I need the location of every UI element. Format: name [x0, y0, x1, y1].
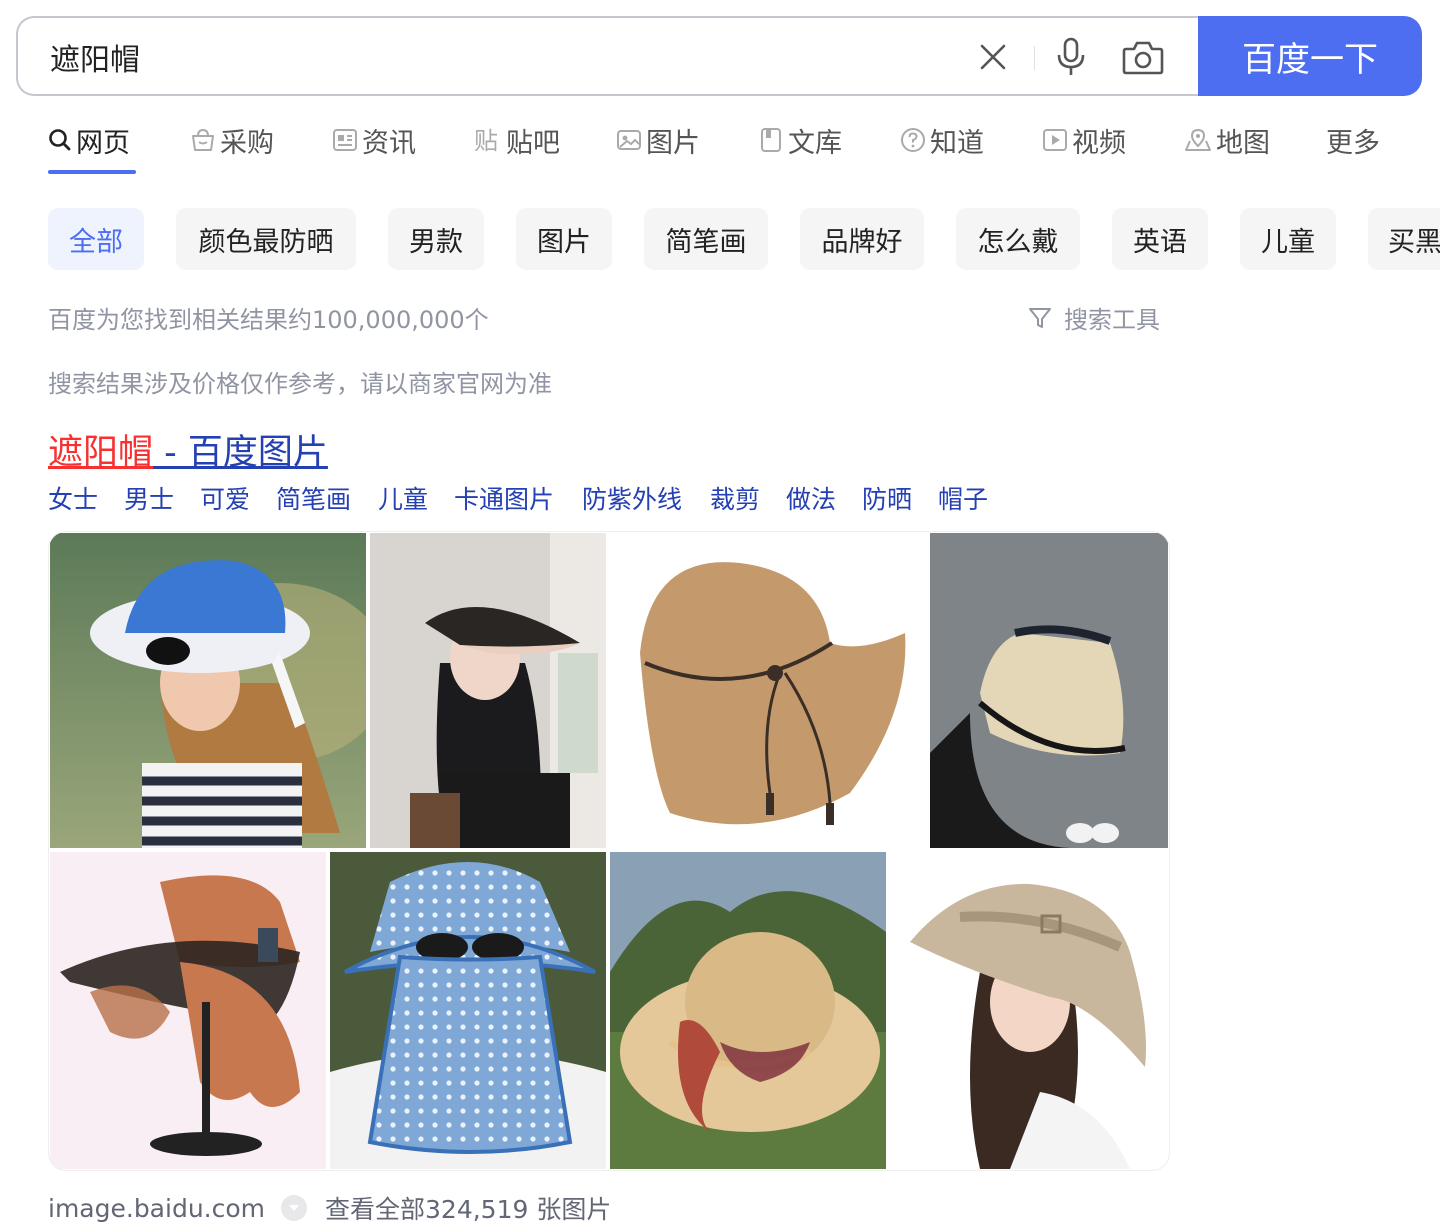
camera-icon[interactable] — [1122, 36, 1164, 78]
query-suggestion-chips: 全部 颜色最防晒 男款 图片 简笔画 品牌好 怎么戴 英语 儿童 买黑 — [48, 208, 1440, 272]
tab-images[interactable]: 图片 — [616, 118, 700, 162]
chip-suggestion[interactable]: 怎么戴 — [956, 208, 1080, 270]
chevron-down-icon[interactable] — [281, 1195, 308, 1221]
chip-suggestion[interactable]: 买黑 — [1368, 208, 1440, 270]
tab-label: 贴吧 — [506, 127, 560, 159]
filter-icon — [1029, 307, 1051, 328]
map-icon — [1185, 128, 1211, 151]
tab-label: 地图 — [1216, 127, 1270, 159]
hat-image-black-visor[interactable] — [370, 533, 606, 848]
doc-icon — [761, 128, 781, 152]
divider — [1034, 46, 1035, 70]
source-domain[interactable]: image.baidu.com — [48, 1194, 265, 1223]
tab-label: 更多 — [1326, 127, 1380, 159]
related-tag[interactable]: 防紫外线 — [582, 480, 682, 516]
tab-label: 资讯 — [362, 127, 416, 159]
search-icon — [49, 129, 71, 151]
microphone-icon[interactable] — [1050, 36, 1092, 78]
tab-tieba[interactable]: 贴 贴吧 — [474, 118, 560, 162]
title-rest: - 百度图片 — [153, 433, 328, 473]
hat-image-beige-wide-brim[interactable] — [890, 852, 1168, 1169]
chip-all[interactable]: 全部 — [48, 208, 144, 270]
active-tab-indicator — [48, 170, 136, 174]
tab-label: 知道 — [930, 127, 984, 159]
tieba-icon: 贴 — [474, 127, 498, 153]
tab-label: 文库 — [788, 127, 842, 159]
image-icon — [617, 130, 641, 150]
image-result-title[interactable]: 遮阳帽 - 百度图片 — [48, 424, 328, 475]
question-icon — [901, 128, 925, 152]
hat-image-blue-face-cover[interactable] — [330, 852, 606, 1169]
related-tag[interactable]: 做法 — [786, 480, 836, 516]
view-all-images-link[interactable]: 查看全部324,519 张图片 — [325, 1190, 611, 1226]
title-highlight: 遮阳帽 — [48, 433, 154, 473]
tab-map[interactable]: 地图 — [1184, 118, 1270, 162]
tab-label: 图片 — [646, 127, 700, 159]
related-tag[interactable]: 男士 — [124, 480, 174, 516]
search-box[interactable] — [16, 16, 1198, 96]
news-icon — [333, 129, 357, 151]
svg-text:贴: 贴 — [474, 127, 498, 153]
image-source: image.baidu.com 查看全部324,519 张图片 — [48, 1190, 611, 1226]
chip-suggestion[interactable]: 简笔画 — [644, 208, 768, 270]
related-tag[interactable]: 简笔画 — [276, 480, 351, 516]
related-tag[interactable]: 女士 — [48, 480, 98, 516]
tab-zhidao[interactable]: 知道 — [900, 118, 984, 162]
hat-image-straw-visor[interactable] — [930, 533, 1168, 848]
related-tag[interactable]: 儿童 — [378, 480, 428, 516]
chip-suggestion[interactable]: 颜色最防晒 — [176, 208, 356, 270]
search-tools-button[interactable]: 搜索工具 — [1028, 300, 1160, 335]
hat-image-orange-neck-cape[interactable] — [50, 852, 326, 1169]
chip-suggestion[interactable]: 图片 — [516, 208, 612, 270]
hat-image-straw-floppy[interactable] — [610, 852, 886, 1169]
hat-image-blue-polka[interactable] — [50, 533, 366, 848]
related-tag[interactable]: 可爱 — [200, 480, 250, 516]
tab-purchase[interactable]: 采购 — [190, 118, 274, 162]
tab-label: 采购 — [220, 127, 274, 159]
tab-video[interactable]: 视频 — [1042, 118, 1126, 162]
related-tag[interactable]: 防晒 — [862, 480, 912, 516]
chip-suggestion[interactable]: 品牌好 — [800, 208, 924, 270]
chip-suggestion[interactable]: 男款 — [388, 208, 484, 270]
tab-label: 视频 — [1072, 127, 1126, 159]
play-icon — [1043, 129, 1067, 151]
search-button[interactable]: 百度一下 — [1198, 16, 1422, 96]
image-gallery — [48, 531, 1170, 1171]
price-disclaimer: 搜索结果涉及价格仅作参考，请以商家官网为准 — [48, 370, 552, 398]
related-tag[interactable]: 裁剪 — [710, 480, 760, 516]
related-tag[interactable]: 帽子 — [938, 480, 988, 516]
chip-suggestion[interactable]: 英语 — [1112, 208, 1208, 270]
search-input[interactable] — [48, 32, 932, 82]
result-count: 百度为您找到相关结果约100,000,000个 — [48, 306, 489, 334]
basket-icon — [192, 128, 214, 151]
related-tag[interactable]: 卡通图片 — [454, 480, 554, 516]
tab-news[interactable]: 资讯 — [332, 118, 416, 162]
hat-image-straw-bucket[interactable] — [610, 533, 926, 848]
clear-icon[interactable] — [972, 36, 1014, 78]
search-bar: 百度一下 — [16, 16, 1422, 96]
tab-label: 网页 — [76, 127, 130, 159]
tab-wenku[interactable]: 文库 — [758, 118, 842, 162]
search-tools-label: 搜索工具 — [1064, 306, 1160, 334]
tab-web[interactable]: 网页 — [48, 118, 130, 162]
tab-more[interactable]: 更多 — [1326, 118, 1380, 162]
chip-suggestion[interactable]: 儿童 — [1240, 208, 1336, 270]
